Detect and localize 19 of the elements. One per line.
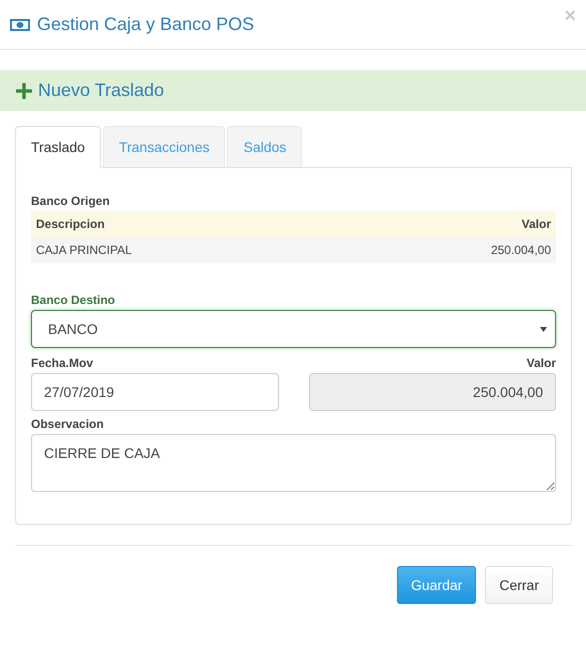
field-label: Fecha.Mov — [31, 356, 94, 370]
column-header: Descripcion — [36, 217, 105, 231]
date-field[interactable]: 27/07/2019 — [31, 373, 278, 411]
table-cell: 250.004,00 — [490, 243, 551, 257]
field-label: Banco Origen — [31, 194, 111, 208]
dropdown-field[interactable]: BANCO — [31, 310, 556, 348]
banner-title: Nuevo Traslado — [38, 80, 164, 101]
caret-icon — [540, 326, 547, 332]
field-label: Observacion — [31, 417, 105, 431]
field-label: Banco Destino — [31, 293, 116, 307]
field-label: Valor — [526, 356, 556, 370]
plus-icon — [15, 82, 33, 100]
tab[interactable]: Traslado — [15, 126, 101, 168]
column-header: Valor — [522, 217, 551, 231]
close-button[interactable]: Cerrar — [485, 566, 553, 604]
notes-field[interactable]: CIERRE DE CAJA — [31, 434, 556, 492]
table-cell: CAJA PRINCIPAL — [36, 243, 132, 257]
modal-title: Gestion Caja y Banco POS — [37, 14, 256, 35]
cash-icon — [10, 18, 30, 30]
